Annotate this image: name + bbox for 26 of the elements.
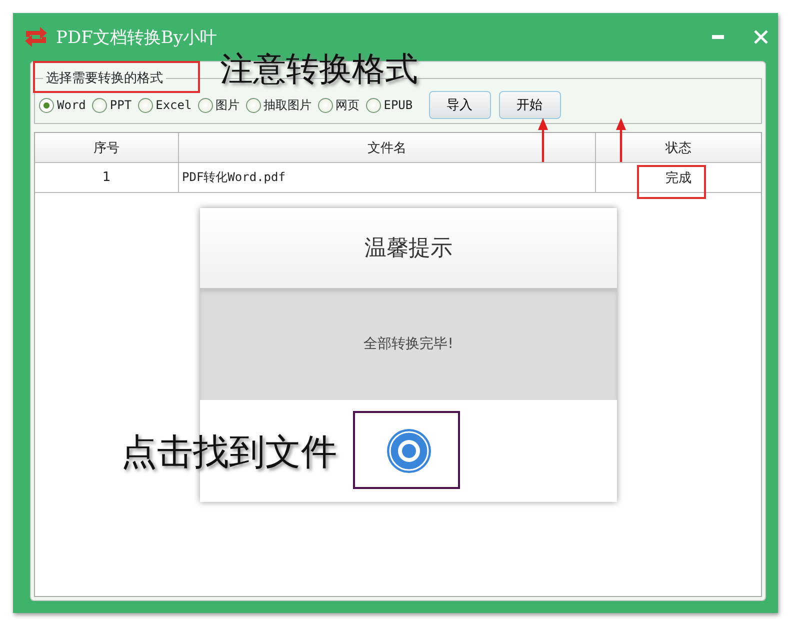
column-header: 文件名: [179, 133, 596, 162]
annotation-text: 点击找到文件: [121, 431, 337, 475]
column-header: 序号: [35, 133, 179, 162]
format-radio-option[interactable]: 网页: [318, 96, 360, 114]
highlight-frame: [637, 165, 706, 199]
format-radio-option[interactable]: 图片: [198, 96, 240, 114]
window-title: PDF文档转换By小叶: [56, 26, 217, 48]
format-radio-option[interactable]: EPUB: [366, 98, 413, 112]
table-cell: PDF转化Word.pdf: [179, 163, 596, 192]
format-radio-option[interactable]: Excel: [138, 98, 192, 112]
table-cell: 1: [35, 163, 179, 192]
close-icon[interactable]: [754, 30, 768, 44]
action-button[interactable]: 导入: [428, 91, 491, 119]
format-radio-option[interactable]: 抽取图片: [246, 96, 312, 114]
ring-button-icon[interactable]: [386, 428, 432, 474]
annotation-text: 注意转换格式: [220, 48, 418, 90]
action-button[interactable]: 开始: [498, 91, 561, 119]
column-header: 状态: [666, 140, 692, 156]
format-radio-option[interactable]: PPT: [92, 98, 132, 112]
dialog-message: 全部转换完毕!: [364, 335, 454, 353]
pointer-arrow: [537, 118, 549, 162]
group-legend: 选择需要转换的格式: [43, 69, 166, 87]
pointer-arrow: [615, 118, 627, 162]
format-radio-option[interactable]: Word: [39, 98, 86, 112]
table-cell-text: 完成: [666, 170, 692, 186]
dialog-title: 温馨提示: [364, 235, 452, 263]
